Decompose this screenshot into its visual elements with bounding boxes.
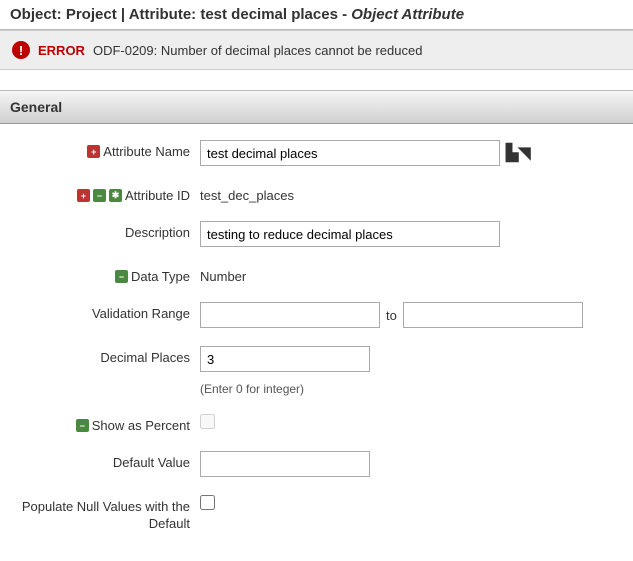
unique-icon: ✱: [109, 189, 122, 202]
title-sep: |: [117, 6, 129, 23]
form-general: + Attribute Name ▙◥ + − ✱ Attribute ID t…: [0, 124, 633, 561]
decimal-places-input[interactable]: [200, 346, 370, 372]
label-populate-null: Populate Null Values with the Default: [10, 499, 190, 533]
error-label: ERROR: [38, 43, 85, 58]
decimal-places-hint: (Enter 0 for integer): [200, 382, 304, 396]
label-validation-range: Validation Range: [92, 306, 190, 321]
default-value-input[interactable]: [200, 451, 370, 477]
label-to: to: [386, 308, 397, 323]
required-icon: +: [87, 145, 100, 158]
error-text: ODF-0209: Number of decimal places canno…: [93, 43, 423, 58]
lock-icon: −: [76, 419, 89, 432]
label-default-value: Default Value: [113, 455, 190, 470]
data-type-value: Number: [200, 265, 246, 284]
populate-null-checkbox[interactable]: [200, 495, 215, 510]
error-message: ! ERROR ODF-0209: Number of decimal plac…: [0, 30, 633, 70]
title-attr-name: test decimal places: [200, 6, 338, 23]
label-attribute-name: Attribute Name: [103, 144, 190, 159]
error-icon: !: [12, 41, 30, 59]
translate-icon[interactable]: ▙◥: [506, 143, 531, 163]
range-from-input[interactable]: [200, 302, 380, 328]
label-data-type: Data Type: [131, 269, 190, 284]
title-suffix: Object Attribute: [351, 6, 464, 23]
title-attr-prefix: Attribute:: [129, 6, 201, 23]
section-general-header: General: [0, 90, 633, 124]
range-to-input[interactable]: [403, 302, 583, 328]
label-decimal-places: Decimal Places: [100, 350, 190, 365]
attribute-name-input[interactable]: [200, 140, 500, 166]
title-dash: -: [338, 6, 351, 23]
required-icon: +: [77, 189, 90, 202]
label-show-as-percent: Show as Percent: [92, 418, 190, 433]
show-as-percent-checkbox: [200, 414, 215, 429]
lock-icon: −: [115, 270, 128, 283]
description-input[interactable]: [200, 221, 500, 247]
label-attribute-id: Attribute ID: [125, 188, 190, 203]
page-title: Object: Project | Attribute: test decima…: [0, 0, 633, 30]
attribute-id-value: test_dec_places: [200, 184, 294, 203]
title-prefix-object: Object:: [10, 6, 66, 23]
lock-icon: −: [93, 189, 106, 202]
label-description: Description: [125, 225, 190, 240]
title-object: Project: [66, 6, 117, 23]
